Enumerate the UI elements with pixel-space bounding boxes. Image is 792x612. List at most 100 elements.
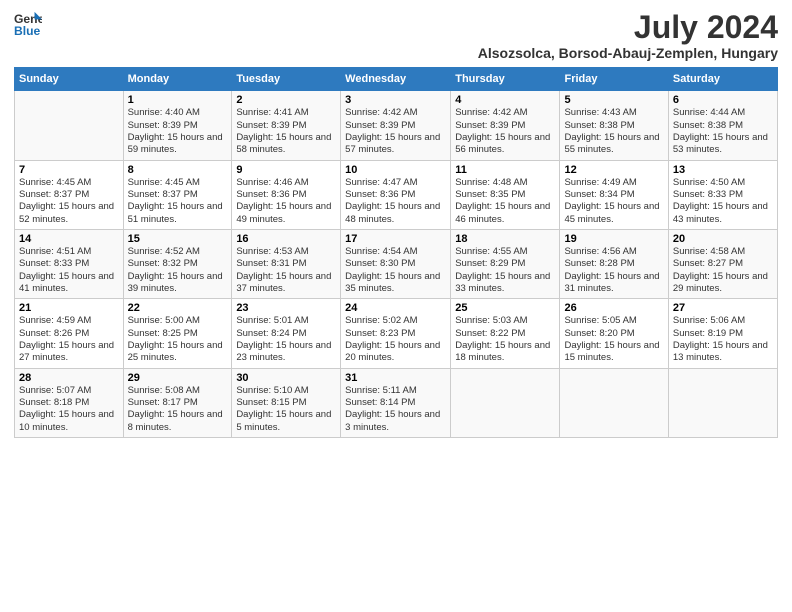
table-row: 5Sunrise: 4:43 AMSunset: 8:38 PMDaylight… <box>560 91 668 160</box>
day-number: 25 <box>455 302 555 314</box>
cell-sunset: Sunset: 8:32 PM <box>128 258 228 270</box>
cell-daylight: Daylight: 15 hours and 31 minutes. <box>564 271 663 296</box>
table-row: 8Sunrise: 4:45 AMSunset: 8:37 PMDaylight… <box>123 160 232 229</box>
day-number: 29 <box>128 372 228 384</box>
cell-sunrise: Sunrise: 5:06 AM <box>673 315 773 327</box>
table-row: 13Sunrise: 4:50 AMSunset: 8:33 PMDayligh… <box>668 160 777 229</box>
cell-sunrise: Sunrise: 4:42 AM <box>345 107 446 119</box>
day-number: 15 <box>128 233 228 245</box>
cell-sunset: Sunset: 8:15 PM <box>236 397 336 409</box>
table-row <box>451 368 560 437</box>
day-number: 27 <box>673 302 773 314</box>
cell-sunset: Sunset: 8:25 PM <box>128 328 228 340</box>
day-number: 13 <box>673 164 773 176</box>
table-row: 23Sunrise: 5:01 AMSunset: 8:24 PMDayligh… <box>232 299 341 368</box>
cell-daylight: Daylight: 15 hours and 13 minutes. <box>673 340 773 365</box>
cell-sunrise: Sunrise: 5:00 AM <box>128 315 228 327</box>
cell-sunset: Sunset: 8:39 PM <box>236 120 336 132</box>
cell-daylight: Daylight: 15 hours and 49 minutes. <box>236 201 336 226</box>
table-row <box>668 368 777 437</box>
week-row-4: 28Sunrise: 5:07 AMSunset: 8:18 PMDayligh… <box>15 368 778 437</box>
col-monday: Monday <box>123 68 232 91</box>
table-row: 28Sunrise: 5:07 AMSunset: 8:18 PMDayligh… <box>15 368 124 437</box>
cell-sunrise: Sunrise: 4:43 AM <box>564 107 663 119</box>
day-number: 6 <box>673 94 773 106</box>
table-row: 19Sunrise: 4:56 AMSunset: 8:28 PMDayligh… <box>560 229 668 298</box>
cell-daylight: Daylight: 15 hours and 41 minutes. <box>19 271 119 296</box>
cell-daylight: Daylight: 15 hours and 33 minutes. <box>455 271 555 296</box>
day-number: 19 <box>564 233 663 245</box>
cell-sunrise: Sunrise: 4:56 AM <box>564 246 663 258</box>
cell-sunset: Sunset: 8:26 PM <box>19 328 119 340</box>
day-number: 24 <box>345 302 446 314</box>
week-row-2: 14Sunrise: 4:51 AMSunset: 8:33 PMDayligh… <box>15 229 778 298</box>
cell-sunset: Sunset: 8:36 PM <box>236 189 336 201</box>
week-row-1: 7Sunrise: 4:45 AMSunset: 8:37 PMDaylight… <box>15 160 778 229</box>
cell-sunset: Sunset: 8:29 PM <box>455 258 555 270</box>
day-number: 11 <box>455 164 555 176</box>
col-saturday: Saturday <box>668 68 777 91</box>
day-number: 30 <box>236 372 336 384</box>
svg-text:Blue: Blue <box>14 24 41 38</box>
cell-sunset: Sunset: 8:22 PM <box>455 328 555 340</box>
cell-daylight: Daylight: 15 hours and 46 minutes. <box>455 201 555 226</box>
cell-sunset: Sunset: 8:31 PM <box>236 258 336 270</box>
table-row: 20Sunrise: 4:58 AMSunset: 8:27 PMDayligh… <box>668 229 777 298</box>
table-row <box>560 368 668 437</box>
cell-daylight: Daylight: 15 hours and 55 minutes. <box>564 132 663 157</box>
table-row: 11Sunrise: 4:48 AMSunset: 8:35 PMDayligh… <box>451 160 560 229</box>
cell-daylight: Daylight: 15 hours and 51 minutes. <box>128 201 228 226</box>
cell-sunset: Sunset: 8:35 PM <box>455 189 555 201</box>
cell-sunset: Sunset: 8:39 PM <box>455 120 555 132</box>
cell-daylight: Daylight: 15 hours and 37 minutes. <box>236 271 336 296</box>
table-row: 6Sunrise: 4:44 AMSunset: 8:38 PMDaylight… <box>668 91 777 160</box>
day-number: 23 <box>236 302 336 314</box>
cell-sunrise: Sunrise: 4:58 AM <box>673 246 773 258</box>
day-number: 26 <box>564 302 663 314</box>
cell-daylight: Daylight: 15 hours and 56 minutes. <box>455 132 555 157</box>
table-row: 17Sunrise: 4:54 AMSunset: 8:30 PMDayligh… <box>341 229 451 298</box>
cell-sunrise: Sunrise: 4:45 AM <box>128 177 228 189</box>
cell-sunrise: Sunrise: 4:51 AM <box>19 246 119 258</box>
table-row: 24Sunrise: 5:02 AMSunset: 8:23 PMDayligh… <box>341 299 451 368</box>
table-row <box>15 91 124 160</box>
cell-sunset: Sunset: 8:28 PM <box>564 258 663 270</box>
day-number: 20 <box>673 233 773 245</box>
cell-daylight: Daylight: 15 hours and 5 minutes. <box>236 409 336 434</box>
cell-sunset: Sunset: 8:36 PM <box>345 189 446 201</box>
col-thursday: Thursday <box>451 68 560 91</box>
cell-sunset: Sunset: 8:33 PM <box>19 258 119 270</box>
cell-sunrise: Sunrise: 4:40 AM <box>128 107 228 119</box>
cell-sunset: Sunset: 8:20 PM <box>564 328 663 340</box>
cell-daylight: Daylight: 15 hours and 15 minutes. <box>564 340 663 365</box>
table-row: 2Sunrise: 4:41 AMSunset: 8:39 PMDaylight… <box>232 91 341 160</box>
cell-sunrise: Sunrise: 4:50 AM <box>673 177 773 189</box>
cell-sunrise: Sunrise: 5:10 AM <box>236 385 336 397</box>
cell-sunrise: Sunrise: 5:02 AM <box>345 315 446 327</box>
table-row: 31Sunrise: 5:11 AMSunset: 8:14 PMDayligh… <box>341 368 451 437</box>
header-row: Sunday Monday Tuesday Wednesday Thursday… <box>15 68 778 91</box>
day-number: 1 <box>128 94 228 106</box>
logo: General Blue <box>14 10 42 38</box>
day-number: 8 <box>128 164 228 176</box>
cell-sunrise: Sunrise: 4:48 AM <box>455 177 555 189</box>
cell-sunset: Sunset: 8:24 PM <box>236 328 336 340</box>
calendar-table: Sunday Monday Tuesday Wednesday Thursday… <box>14 67 778 438</box>
cell-daylight: Daylight: 15 hours and 25 minutes. <box>128 340 228 365</box>
cell-sunrise: Sunrise: 4:42 AM <box>455 107 555 119</box>
week-row-0: 1Sunrise: 4:40 AMSunset: 8:39 PMDaylight… <box>15 91 778 160</box>
day-number: 3 <box>345 94 446 106</box>
table-row: 9Sunrise: 4:46 AMSunset: 8:36 PMDaylight… <box>232 160 341 229</box>
table-row: 25Sunrise: 5:03 AMSunset: 8:22 PMDayligh… <box>451 299 560 368</box>
cell-sunset: Sunset: 8:18 PM <box>19 397 119 409</box>
cell-daylight: Daylight: 15 hours and 8 minutes. <box>128 409 228 434</box>
day-number: 16 <box>236 233 336 245</box>
cell-sunrise: Sunrise: 4:44 AM <box>673 107 773 119</box>
cell-sunset: Sunset: 8:27 PM <box>673 258 773 270</box>
cell-daylight: Daylight: 15 hours and 23 minutes. <box>236 340 336 365</box>
cell-daylight: Daylight: 15 hours and 52 minutes. <box>19 201 119 226</box>
cell-sunrise: Sunrise: 4:54 AM <box>345 246 446 258</box>
cell-sunrise: Sunrise: 4:53 AM <box>236 246 336 258</box>
col-friday: Friday <box>560 68 668 91</box>
cell-sunset: Sunset: 8:37 PM <box>128 189 228 201</box>
